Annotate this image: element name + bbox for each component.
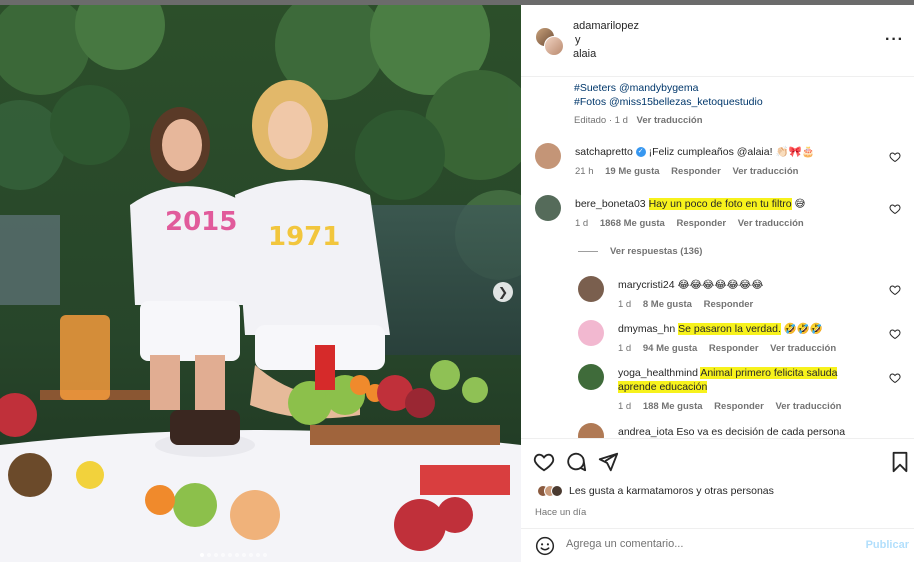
reply-button[interactable]: Responder [709, 343, 759, 354]
reply-button[interactable]: Responder [676, 218, 726, 229]
comment-text-highlighted: aprende educación [618, 381, 708, 393]
conjunction: y [575, 34, 581, 46]
caption-line[interactable]: #Sueters @mandybygema [574, 81, 763, 95]
avatar[interactable] [535, 143, 561, 169]
see-translation-link[interactable]: Ver traducción [770, 343, 836, 354]
add-comment-bar: Publicar [521, 528, 914, 562]
view-replies-label: Ver respuestas (136) [610, 246, 703, 257]
see-translation-link[interactable]: Ver traducción [637, 115, 703, 126]
bookmark-icon[interactable] [889, 451, 911, 473]
post-header: adamarilopez y alaia ··· [521, 5, 914, 77]
reply-button[interactable]: Responder [671, 166, 721, 177]
comment-icon[interactable] [565, 451, 587, 473]
carousel-dot [228, 553, 232, 557]
caption-edited: Editado · 1 d [574, 115, 628, 126]
comment-text-highlighted: Animal primero felicita saluda [700, 367, 838, 379]
post-side-panel: adamarilopez y alaia ··· #Sueters @mandy… [521, 5, 914, 562]
comment-likes[interactable]: 19 Me gusta [605, 166, 659, 177]
more-options-button[interactable]: ··· [885, 31, 904, 49]
author-username[interactable]: adamarilopez [573, 20, 639, 32]
comment-username[interactable]: marycristi24 [618, 279, 675, 291]
more-horizontal-icon: ··· [885, 31, 904, 48]
liked-by-suffix[interactable]: y otras personas [693, 485, 774, 497]
post-actions: Les gusta a karmatamoros y otras persona… [521, 438, 914, 528]
carousel-indicator [200, 553, 267, 557]
comment-username[interactable]: yoga_healthmind [618, 367, 698, 379]
heart-icon[interactable] [889, 203, 901, 215]
comment-likes[interactable]: 1868 Me gusta [600, 218, 665, 229]
post-photo[interactable]: 2015 1971 ❯ [0, 5, 521, 562]
comment-text: 😂😂😂😂😂😂😂 [677, 279, 764, 291]
avatar [544, 36, 564, 56]
comment-time: 1 d [575, 218, 589, 229]
carousel-dot [200, 553, 204, 557]
emoji-icon[interactable] [535, 536, 555, 556]
heart-icon[interactable] [889, 372, 901, 384]
author-names: adamarilopez y alaia [573, 19, 639, 61]
comment-emoji: 🤣🤣🤣 [780, 323, 823, 335]
svg-text:2015: 2015 [165, 207, 237, 237]
liked-by-prefix: Les gusta a [569, 485, 627, 497]
carousel-dot [235, 553, 239, 557]
comment-username[interactable]: satchapretto [575, 146, 633, 158]
comment-time: 1 d [618, 401, 632, 412]
heart-icon[interactable] [533, 451, 555, 473]
see-translation-link[interactable]: Ver traducción [775, 401, 841, 412]
coauthor-username[interactable]: alaia [573, 48, 596, 60]
svg-text:1971: 1971 [268, 222, 340, 252]
liked-by[interactable]: Les gusta a karmatamoros y otras persona… [537, 485, 774, 497]
comment-emoji: 😅 [791, 198, 806, 210]
comments-list[interactable]: #Sueters @mandybygema #Fotos @miss15bell… [521, 78, 914, 438]
carousel-dot [263, 553, 267, 557]
see-translation-link[interactable]: Ver traducción [732, 166, 798, 177]
heart-icon[interactable] [889, 328, 901, 340]
comment-time: 1 d [618, 299, 632, 310]
carousel-dot [207, 553, 211, 557]
post-time: Hace un día [535, 507, 587, 518]
see-translation-link[interactable]: Ver traducción [738, 218, 804, 229]
comment-username[interactable]: andrea_iota [618, 426, 673, 438]
comment-text-highlighted: Hay un poco de foto en tu filtro [648, 198, 792, 210]
comment-input[interactable] [566, 538, 856, 550]
comment-time: 21 h [575, 166, 594, 177]
carousel-dot [256, 553, 260, 557]
verified-icon: ✓ [635, 147, 646, 158]
comment-username[interactable]: bere_boneta03 [575, 198, 646, 210]
avatar[interactable] [578, 364, 604, 390]
comment-likes[interactable]: 94 Me gusta [643, 343, 697, 354]
share-icon[interactable] [597, 451, 619, 473]
comment-time: 1 d [618, 343, 632, 354]
comment-text: ¡Feliz cumpleaños @alaia! [648, 146, 776, 158]
comment-emoji: 👏🏻🎀🎂 [775, 146, 815, 158]
avatar [551, 485, 563, 497]
reply-button[interactable]: Responder [714, 401, 764, 412]
carousel-dot [221, 553, 225, 557]
comment-likes[interactable]: 8 Me gusta [643, 299, 692, 310]
avatar[interactable] [578, 423, 604, 438]
chevron-right-icon: ❯ [497, 285, 509, 299]
heart-icon[interactable] [889, 151, 901, 163]
comment-text: Eso va es decisión de cada persona [676, 426, 846, 438]
carousel-dot [249, 553, 253, 557]
comment-text-highlighted: Se pasaron la verdad. [678, 323, 781, 335]
next-photo-button[interactable]: ❯ [493, 282, 513, 302]
carousel-dot [242, 553, 246, 557]
heart-icon[interactable] [889, 284, 901, 296]
avatar[interactable] [535, 195, 561, 221]
comment-username[interactable]: dmymas_hn [618, 323, 675, 335]
liked-by-user[interactable]: karmatamoros [626, 485, 693, 497]
caption-line[interactable]: #Fotos @miss15bellezas_ketoquestudio [574, 95, 763, 109]
publish-button[interactable]: Publicar [866, 539, 909, 551]
reply-button[interactable]: Responder [704, 299, 754, 310]
avatar[interactable] [578, 276, 604, 302]
comment-likes[interactable]: 188 Me gusta [643, 401, 703, 412]
caption: #Sueters @mandybygema #Fotos @miss15bell… [574, 81, 763, 128]
view-replies-button[interactable]: Ver respuestas (136) [578, 246, 702, 257]
photo-illustration: 2015 1971 [0, 5, 521, 562]
avatar[interactable] [578, 320, 604, 346]
replies-divider [578, 250, 598, 252]
author-avatars[interactable] [535, 27, 564, 56]
carousel-dot [214, 553, 218, 557]
